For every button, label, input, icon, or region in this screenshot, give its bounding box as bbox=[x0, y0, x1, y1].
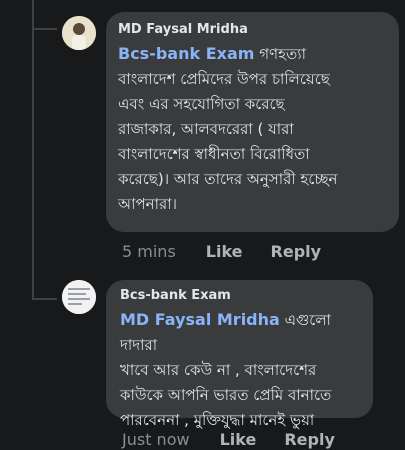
comment-text: MD Faysal Mridha এগুলো দাদারা খাবে আর কে… bbox=[120, 307, 359, 433]
comment-author[interactable]: MD Faysal Mridha bbox=[118, 22, 387, 37]
mention-link[interactable]: MD Faysal Mridha bbox=[120, 310, 280, 329]
avatar-document-icon bbox=[62, 280, 96, 314]
thread-branch bbox=[32, 298, 57, 300]
avatar[interactable] bbox=[62, 280, 96, 314]
avatar[interactable] bbox=[62, 16, 96, 50]
comment-bubble: Bcs-bank Exam MD Faysal Mridha এগুলো দাদ… bbox=[106, 280, 373, 429]
mention-link[interactable]: Bcs-bank Exam bbox=[118, 44, 254, 63]
comment-time[interactable]: 5 mins bbox=[122, 242, 176, 261]
thread-branch bbox=[32, 28, 57, 30]
comment-bubble: MD Faysal Mridha Bcs-bank Exam গণহত্যা ব… bbox=[106, 12, 399, 232]
comment-author[interactable]: Bcs-bank Exam bbox=[120, 288, 359, 303]
thread-line bbox=[32, 0, 34, 300]
comment-time[interactable]: Just now bbox=[122, 430, 190, 449]
like-button[interactable]: Like bbox=[220, 430, 257, 449]
comment-body: গণহত্যা বাংলাদেশ প্রেমিদের উপর চালিয়েছে… bbox=[118, 45, 338, 213]
reply-button[interactable]: Reply bbox=[284, 430, 335, 449]
like-button[interactable]: Like bbox=[206, 242, 243, 261]
comment-text: Bcs-bank Exam গণহত্যা বাংলাদেশ প্রেমিদের… bbox=[118, 41, 387, 217]
reply-button[interactable]: Reply bbox=[271, 242, 322, 261]
avatar-photo-icon bbox=[62, 16, 96, 50]
comment-actions: 5 mins Like Reply bbox=[122, 242, 349, 261]
comment-actions: Just now Like Reply bbox=[122, 430, 363, 449]
